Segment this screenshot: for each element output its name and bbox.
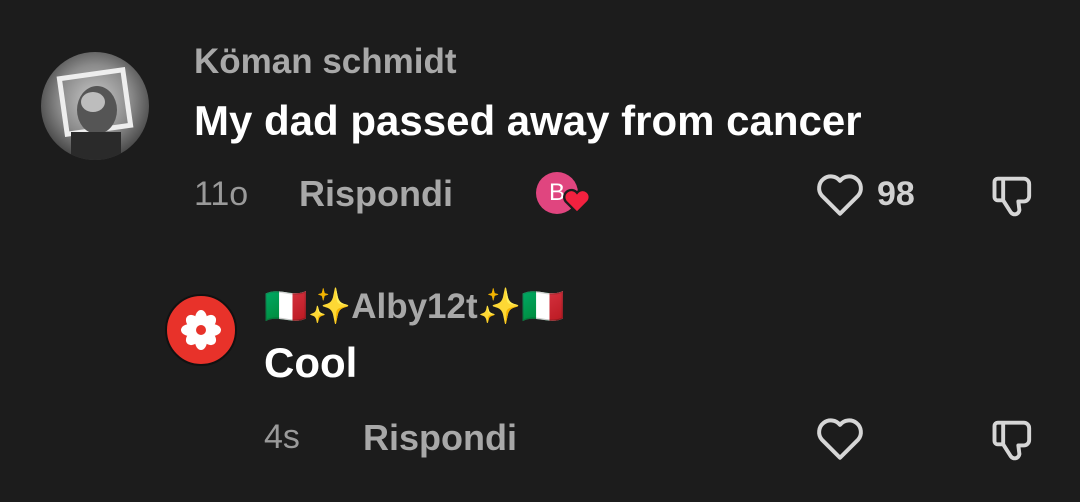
sparkle-left: ✨ <box>307 287 352 326</box>
italy-flag-left: 🇮🇹 <box>264 287 308 326</box>
sparkle-right: ✨ <box>477 287 522 326</box>
comment-text: My dad passed away from cancer <box>194 97 862 144</box>
username[interactable]: Köman schmidt <box>194 42 457 82</box>
heart-outline-icon[interactable] <box>815 172 865 218</box>
timestamp: 11o <box>194 175 249 213</box>
creator-like-badge: B <box>536 172 592 216</box>
avatar[interactable] <box>165 294 237 366</box>
reply-button[interactable]: Rispondi <box>299 173 453 215</box>
thumbs-down-icon[interactable] <box>988 414 1040 466</box>
comment-1: Köman schmidt My dad passed away from ca… <box>0 0 1080 250</box>
avatar-photo <box>56 66 134 160</box>
comment-text: Cool <box>264 339 358 386</box>
username[interactable]: 🇮🇹✨Alby12t✨🇮🇹 <box>264 286 565 327</box>
flower-avatar <box>181 310 221 350</box>
like-count: 98 <box>877 175 915 213</box>
creator-heart-badge-icon <box>563 188 591 214</box>
comment-2: 🇮🇹✨Alby12t✨🇮🇹 Cool 4s Rispondi <box>0 250 1080 502</box>
reply-button[interactable]: Rispondi <box>363 417 517 459</box>
timestamp: 4s <box>264 418 300 456</box>
italy-flag-right: 🇮🇹 <box>521 287 565 326</box>
heart-outline-icon[interactable] <box>815 416 865 462</box>
avatar[interactable] <box>41 52 149 160</box>
thumbs-down-icon[interactable] <box>988 170 1040 222</box>
username-text: Alby12t <box>351 287 478 326</box>
